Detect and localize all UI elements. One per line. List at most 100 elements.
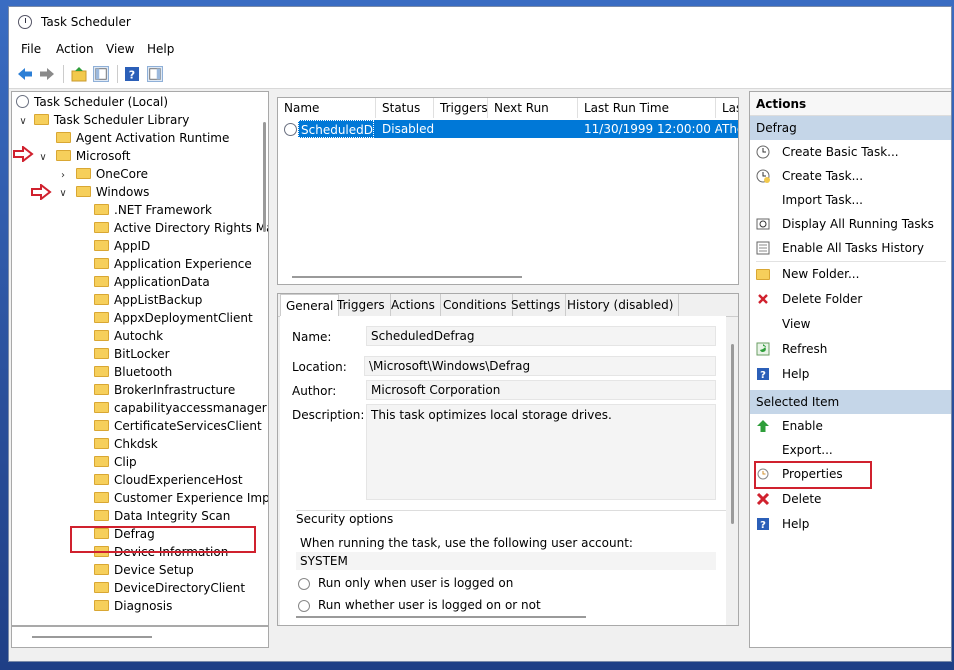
- column-status[interactable]: Status: [376, 98, 434, 118]
- tree-item-folder[interactable]: Active Directory Rights Ma: [94, 219, 268, 237]
- tree-item-folder[interactable]: Application Experience: [94, 255, 252, 273]
- tree-horizontal-scrollbar[interactable]: [32, 636, 152, 638]
- tab-actions[interactable]: Actions: [386, 294, 441, 316]
- forward-arrow-icon[interactable]: [39, 66, 55, 82]
- help-action-selected[interactable]: ? Help: [750, 512, 951, 536]
- enable-action[interactable]: Enable: [750, 414, 951, 438]
- description-field[interactable]: This task optimizes local storage drives…: [366, 404, 716, 500]
- export-action[interactable]: Export...: [750, 438, 951, 462]
- tree-item-folder[interactable]: CloudExperienceHost: [94, 471, 243, 489]
- tree-item-folder[interactable]: Device Setup: [94, 561, 194, 579]
- create-basic-task-label: Create Basic Task...: [782, 145, 899, 159]
- view-action[interactable]: View: [750, 312, 951, 336]
- refresh-action[interactable]: Refresh: [750, 337, 951, 361]
- tree-item-folder[interactable]: BrokerInfrastructure: [94, 381, 235, 399]
- tree-item-folder[interactable]: capabilityaccessmanager: [94, 399, 267, 417]
- import-task-action[interactable]: Import Task...: [750, 188, 951, 212]
- new-folder-action[interactable]: New Folder...: [750, 262, 951, 286]
- create-basic-task-action[interactable]: Create Basic Task...: [750, 140, 951, 164]
- chevron-down-icon[interactable]: ∨: [18, 113, 28, 131]
- tab-history[interactable]: History (disabled): [562, 294, 680, 316]
- tree-item-library[interactable]: ∨ Task Scheduler Library: [18, 111, 189, 129]
- tab-settings[interactable]: Settings: [506, 294, 567, 316]
- tree-scrollbar[interactable]: [263, 122, 266, 232]
- show-hide-action-pane-icon[interactable]: [147, 66, 163, 82]
- display-running-tasks-action[interactable]: Display All Running Tasks: [750, 212, 951, 236]
- column-last-run[interactable]: Last Run Time: [578, 98, 716, 118]
- actions-header: Actions: [750, 92, 951, 116]
- task-scheduler-window: Task Scheduler File Action View Help ? T…: [8, 6, 952, 662]
- radio-logged-on-or-not[interactable]: [298, 600, 310, 612]
- chevron-down-icon[interactable]: ∨: [58, 185, 68, 203]
- tree-item-root[interactable]: Task Scheduler (Local): [16, 93, 168, 111]
- menu-action[interactable]: Action: [56, 42, 94, 56]
- create-task-action[interactable]: Create Task...: [750, 164, 951, 188]
- menu-file[interactable]: File: [21, 42, 41, 56]
- svg-text:?: ?: [129, 69, 135, 82]
- tree-item-folder[interactable]: Data Integrity Scan: [94, 507, 230, 525]
- tree-item-folder[interactable]: Chkdsk: [94, 435, 158, 453]
- details-tab-strip: General Triggers Actions Conditions Sett…: [278, 294, 738, 317]
- tree-folder-label: ApplicationData: [114, 275, 210, 289]
- location-field[interactable]: \Microsoft\Windows\Defrag: [364, 356, 716, 376]
- folder-icon: [94, 384, 109, 395]
- tab-conditions[interactable]: Conditions: [438, 294, 513, 316]
- folder-icon: [94, 222, 109, 233]
- folder-icon: [94, 366, 109, 377]
- tree-item-folder[interactable]: ApplicationData: [94, 273, 210, 291]
- tree-item-folder[interactable]: BitLocker: [94, 345, 170, 363]
- folder-icon: [94, 348, 109, 359]
- back-arrow-icon[interactable]: [17, 66, 33, 82]
- tree-folder-label: Bluetooth: [114, 365, 173, 379]
- running-tasks-icon: [756, 218, 770, 230]
- column-next-run[interactable]: Next Run Time: [488, 98, 578, 135]
- task-list-hscrollbar[interactable]: [292, 276, 522, 278]
- tree-item-folder[interactable]: Customer Experience Imp: [94, 489, 268, 507]
- tree-item-folder[interactable]: .NET Framework: [94, 201, 212, 219]
- tree-item-folder[interactable]: Diagnosis: [94, 597, 172, 615]
- tab-general[interactable]: General: [280, 294, 340, 316]
- tree-item-folder[interactable]: CertificateServicesClient: [94, 417, 262, 435]
- tree-item-windows[interactable]: ∨ Windows: [58, 183, 149, 201]
- actions-section-selected-item[interactable]: Selected Item: [750, 390, 951, 414]
- toolbar-separator: [117, 65, 118, 83]
- tree-folder-label: Diagnosis: [114, 599, 173, 613]
- author-field[interactable]: Microsoft Corporation: [366, 380, 716, 400]
- help-icon[interactable]: ?: [124, 66, 140, 82]
- column-triggers[interactable]: Triggers: [434, 98, 488, 118]
- tree-item-agent[interactable]: Agent Activation Runtime: [56, 129, 229, 147]
- column-name[interactable]: Name: [278, 98, 376, 118]
- folder-icon: [94, 258, 109, 269]
- enable-tasks-history-action[interactable]: Enable All Tasks History: [750, 236, 951, 260]
- tree-item-folder[interactable]: Bluetooth: [94, 363, 172, 381]
- menu-help[interactable]: Help: [147, 42, 174, 56]
- show-hide-console-tree-icon[interactable]: [93, 66, 109, 82]
- table-row[interactable]: ScheduledD... Disabled 11/30/1999 12:00:…: [278, 120, 738, 138]
- folder-icon: [94, 204, 109, 215]
- tree-item-microsoft[interactable]: ∨ Microsoft: [38, 147, 130, 165]
- tab-triggers[interactable]: Triggers: [332, 294, 391, 316]
- help-action[interactable]: ? Help: [750, 362, 951, 386]
- column-last-result[interactable]: Las: [716, 98, 738, 118]
- chevron-down-icon[interactable]: ∨: [38, 149, 48, 167]
- tree-item-folder[interactable]: DeviceDirectoryClient: [94, 579, 245, 597]
- radio-logged-on[interactable]: [298, 578, 310, 590]
- tree-item-folder[interactable]: AppListBackup: [94, 291, 202, 309]
- actions-section-defrag[interactable]: Defrag: [750, 116, 951, 140]
- delete-folder-action[interactable]: Delete Folder: [750, 287, 951, 311]
- delete-action[interactable]: Delete: [750, 487, 951, 511]
- tree-onecore-label: OneCore: [95, 167, 149, 181]
- name-field[interactable]: ScheduledDefrag: [366, 326, 716, 346]
- toolbar: ?: [9, 60, 951, 89]
- delete-icon: [756, 492, 770, 506]
- tree-item-folder[interactable]: Autochk: [94, 327, 163, 345]
- details-vscrollbar[interactable]: [731, 344, 734, 524]
- tree-item-onecore[interactable]: › OneCore: [58, 165, 148, 183]
- tree-item-folder[interactable]: Clip: [94, 453, 137, 471]
- details-hscrollbar[interactable]: [296, 616, 586, 618]
- tree-item-folder[interactable]: AppxDeploymentClient: [94, 309, 253, 327]
- menu-view[interactable]: View: [106, 42, 134, 56]
- window-title: Task Scheduler: [41, 15, 131, 29]
- up-folder-icon[interactable]: [71, 66, 87, 82]
- tree-item-folder[interactable]: AppID: [94, 237, 150, 255]
